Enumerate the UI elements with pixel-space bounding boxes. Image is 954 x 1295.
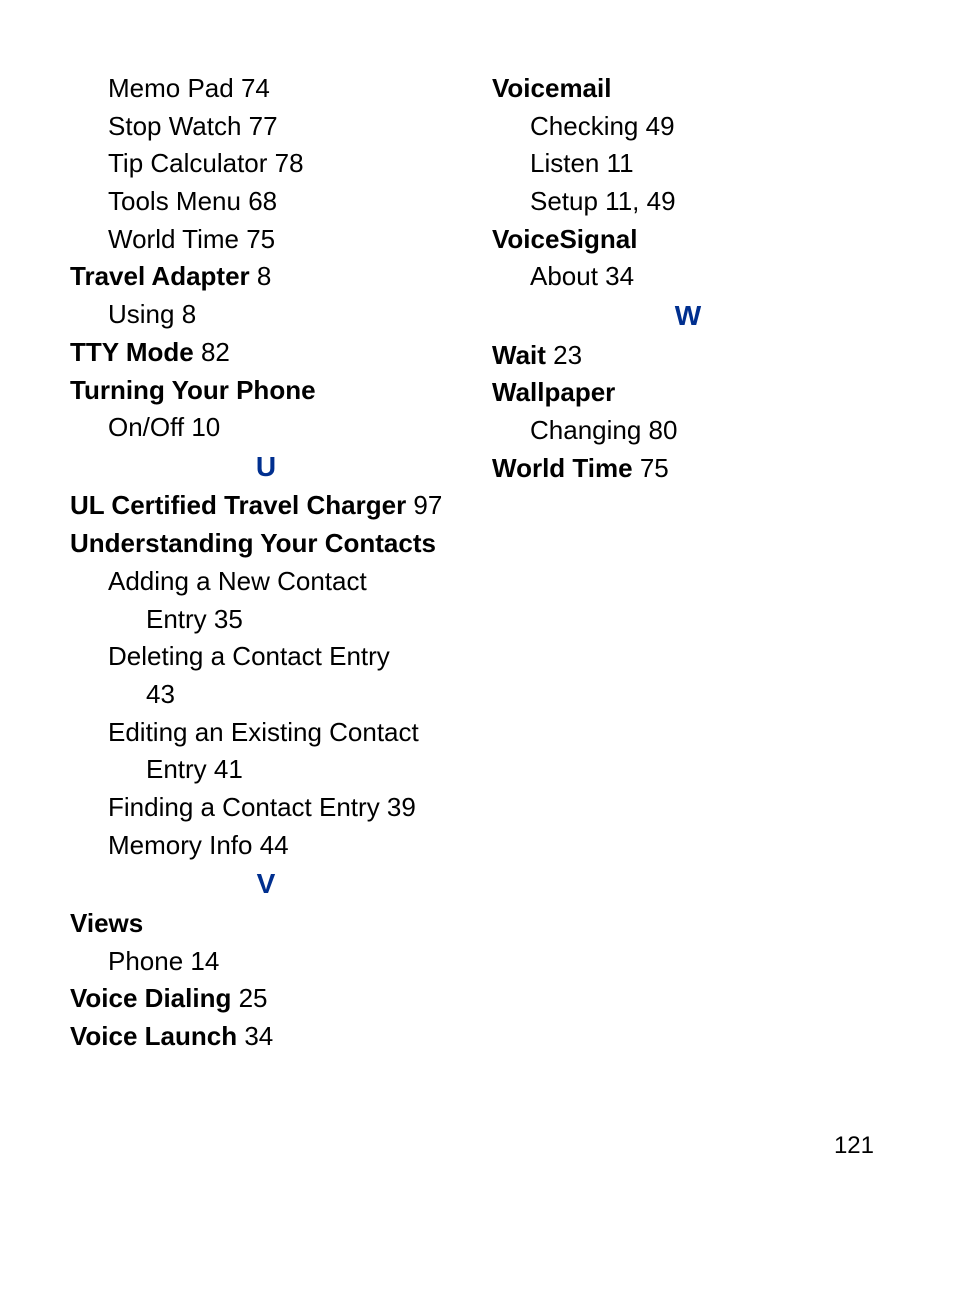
index-page-ref: 8 xyxy=(250,261,272,291)
index-entry-top: Turning Your Phone xyxy=(70,372,462,410)
section-letter: V xyxy=(70,864,462,905)
index-entry-sub1: About 34 xyxy=(492,258,884,296)
index-entry-top: Voice Launch 34 xyxy=(70,1018,462,1056)
index-term: Finding a Contact Entry xyxy=(108,792,380,822)
index-page-ref: 10 xyxy=(184,412,220,442)
index-term: Voice Launch xyxy=(70,1021,237,1051)
index-entry-top: Travel Adapter 8 xyxy=(70,258,462,296)
index-page-ref: 75 xyxy=(633,453,669,483)
index-term: Checking xyxy=(530,111,638,141)
index-entry-sub1: Stop Watch 77 xyxy=(70,108,462,146)
index-entry-sub1: World Time 75 xyxy=(70,221,462,259)
index-term: Deleting a Contact Entry xyxy=(108,641,390,671)
index-term: Adding a New Contact xyxy=(108,566,367,596)
index-page-ref: 49 xyxy=(638,111,674,141)
index-term: About xyxy=(530,261,598,291)
index-term: Wallpaper xyxy=(492,377,615,407)
index-term: Turning Your Phone xyxy=(70,375,316,405)
index-page-ref: 23 xyxy=(546,340,582,370)
index-entry-top: Views xyxy=(70,905,462,943)
index-entry-sub1: Memo Pad 74 xyxy=(70,70,462,108)
index-term: Travel Adapter xyxy=(70,261,250,291)
index-term: Entry xyxy=(146,754,207,784)
index-page-ref: 77 xyxy=(241,111,277,141)
index-term: Wait xyxy=(492,340,546,370)
index-page-ref: 11, 49 xyxy=(598,186,676,216)
index-page-ref: 14 xyxy=(183,946,219,976)
index-page-ref: 78 xyxy=(267,148,303,178)
index-term: Phone xyxy=(108,946,183,976)
index-entry-sub1: Finding a Contact Entry 39 xyxy=(70,789,462,827)
section-letter: W xyxy=(492,296,884,337)
index-entry-sub1: Memory Info 44 xyxy=(70,827,462,865)
index-page-ref: 35 xyxy=(207,604,243,634)
index-entry-sub2: Entry 35 xyxy=(70,601,462,639)
page-number: 121 xyxy=(834,1132,874,1160)
index-term: Changing xyxy=(530,415,641,445)
index-term: Understanding Your Contacts xyxy=(70,528,436,558)
index-entry-sub1: Adding a New Contact xyxy=(70,563,462,601)
index-page-ref: 68 xyxy=(241,186,277,216)
index-term: Setup xyxy=(530,186,598,216)
index-term: Stop Watch xyxy=(108,111,241,141)
index-entry-sub1: Phone 14 xyxy=(70,943,462,981)
index-page-ref: 39 xyxy=(380,792,416,822)
index-column-left: Memo Pad 74Stop Watch 77Tip Calculator 7… xyxy=(70,70,462,1056)
index-entry-top: Wallpaper xyxy=(492,374,884,412)
index-entry-sub1: On/Off 10 xyxy=(70,409,462,447)
index-entry-sub1: Tip Calculator 78 xyxy=(70,145,462,183)
index-entry-sub1: Using 8 xyxy=(70,296,462,334)
index-entry-top: Voicemail xyxy=(492,70,884,108)
index-term: Tip Calculator xyxy=(108,148,267,178)
index-page-ref: 43 xyxy=(146,679,175,709)
index-term: VoiceSignal xyxy=(492,224,637,254)
index-entry-sub1: Setup 11, 49 xyxy=(492,183,884,221)
index-page-ref: 80 xyxy=(641,415,677,445)
index-term: Memo Pad xyxy=(108,73,234,103)
index-term: Listen xyxy=(530,148,599,178)
index-column-right: VoicemailChecking 49Listen 11Setup 11, 4… xyxy=(492,70,884,1056)
index-page-ref: 74 xyxy=(234,73,270,103)
index-page-ref: 44 xyxy=(253,830,289,860)
index-term: World Time xyxy=(492,453,633,483)
index-page: Memo Pad 74Stop Watch 77Tip Calculator 7… xyxy=(0,0,954,1056)
index-entry-top: VoiceSignal xyxy=(492,221,884,259)
index-entry-sub1: Tools Menu 68 xyxy=(70,183,462,221)
index-entry-sub1: Deleting a Contact Entry xyxy=(70,638,462,676)
index-page-ref: 34 xyxy=(598,261,634,291)
index-page-ref: 25 xyxy=(231,983,267,1013)
index-entry-top: UL Certified Travel Charger 97 xyxy=(70,487,462,525)
index-entry-top: Wait 23 xyxy=(492,337,884,375)
index-term: On/Off xyxy=(108,412,184,442)
index-page-ref: 34 xyxy=(237,1021,273,1051)
index-page-ref: 82 xyxy=(194,337,230,367)
index-page-ref: 11 xyxy=(599,148,633,178)
index-entry-top: Voice Dialing 25 xyxy=(70,980,462,1018)
index-entry-top: Understanding Your Contacts xyxy=(70,525,462,563)
index-entry-sub1: Listen 11 xyxy=(492,145,884,183)
index-entry-top: World Time 75 xyxy=(492,450,884,488)
index-term: TTY Mode xyxy=(70,337,194,367)
index-term: Memory Info xyxy=(108,830,253,860)
index-term: Voice Dialing xyxy=(70,983,231,1013)
section-letter: U xyxy=(70,447,462,488)
index-entry-sub2: Entry 41 xyxy=(70,751,462,789)
index-term: Voicemail xyxy=(492,73,611,103)
index-page-ref: 97 xyxy=(406,490,442,520)
index-entry-top: TTY Mode 82 xyxy=(70,334,462,372)
index-term: Editing an Existing Contact xyxy=(108,717,419,747)
index-term: Using xyxy=(108,299,174,329)
index-term: Entry xyxy=(146,604,207,634)
index-term: UL Certified Travel Charger xyxy=(70,490,406,520)
index-term: World Time xyxy=(108,224,239,254)
index-page-ref: 41 xyxy=(207,754,243,784)
index-term: Views xyxy=(70,908,143,938)
index-page-ref: 75 xyxy=(239,224,275,254)
index-entry-sub2: 43 xyxy=(70,676,462,714)
index-page-ref: 8 xyxy=(174,299,196,329)
index-entry-sub1: Editing an Existing Contact xyxy=(70,714,462,752)
index-entry-sub1: Checking 49 xyxy=(492,108,884,146)
index-entry-sub1: Changing 80 xyxy=(492,412,884,450)
index-term: Tools Menu xyxy=(108,186,241,216)
